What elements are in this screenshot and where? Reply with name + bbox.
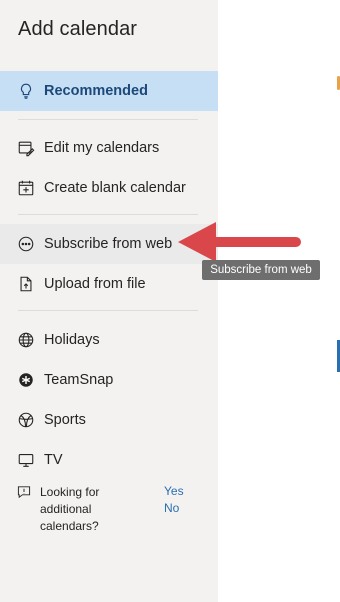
tooltip: Subscribe from web [202, 260, 320, 280]
annotation-arrow [178, 222, 301, 262]
